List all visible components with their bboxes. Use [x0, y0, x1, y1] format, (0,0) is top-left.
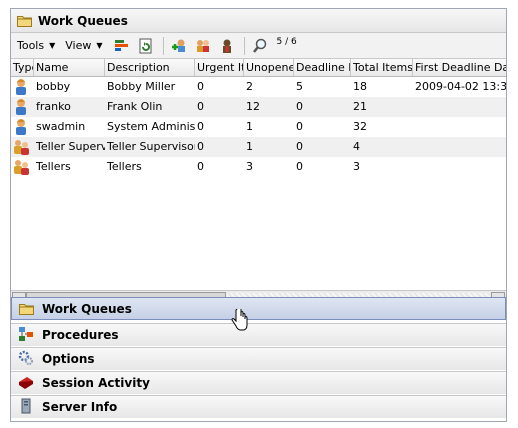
row-name: Teller Supervisors — [36, 140, 105, 153]
group-icon — [11, 137, 34, 157]
column-header-type[interactable]: Type — [11, 59, 34, 76]
accordion-item-label: Server Info — [42, 400, 118, 414]
table-body: bobby Bobby Miller 0 2 5 18 2009-04-02 1… — [11, 77, 506, 177]
row-urgent: 0 — [197, 120, 204, 133]
refresh-icon[interactable] — [137, 37, 155, 55]
row-first-deadline — [413, 117, 506, 137]
row-name: Tellers — [36, 160, 71, 173]
accordion-item-procedures[interactable]: Procedures — [11, 323, 506, 346]
row-first-deadline — [413, 157, 506, 177]
hand-cursor-icon — [230, 305, 248, 333]
columns-icon[interactable] — [113, 37, 131, 55]
table-row[interactable]: Teller Supervisors Teller Supervisors 0 … — [11, 137, 506, 157]
row-deadline: 5 — [296, 80, 303, 93]
procedures-icon — [18, 326, 34, 345]
table-row[interactable]: franko Frank Olin 0 12 0 21 — [11, 97, 506, 117]
table-header: Type Name Description Urgent Items Unope… — [11, 59, 506, 77]
column-header-total[interactable]: Total Items — [351, 59, 413, 76]
panel-header: Work Queues — [11, 9, 506, 33]
row-unopened: 1 — [246, 120, 253, 133]
server-info-icon — [18, 398, 34, 417]
row-total: 32 — [353, 120, 367, 133]
row-first-deadline — [413, 137, 506, 157]
user-lookup-icon[interactable] — [218, 37, 236, 55]
table-row[interactable]: bobby Bobby Miller 0 2 5 18 2009-04-02 1… — [11, 77, 506, 97]
user-icon — [11, 117, 34, 137]
row-first-deadline — [413, 97, 506, 117]
toolbar-divider — [243, 36, 245, 55]
table-row[interactable]: Tellers Tellers 0 3 0 3 — [11, 157, 506, 177]
tools-menu[interactable]: Tools ▼ — [17, 39, 55, 52]
row-unopened: 1 — [246, 140, 253, 153]
toolbar-divider — [162, 36, 164, 55]
column-header-first-deadline[interactable]: First Deadline Date — [413, 59, 506, 76]
column-header-description[interactable]: Description — [105, 59, 195, 76]
row-name: bobby — [36, 80, 71, 93]
view-menu-label: View — [65, 39, 92, 52]
chevron-down-icon: ▼ — [49, 41, 56, 50]
accordion-item-label: Work Queues — [42, 301, 132, 316]
row-urgent: 0 — [197, 160, 204, 173]
accordion-item-work-queues[interactable]: Work Queues — [11, 297, 506, 320]
row-urgent: 0 — [197, 80, 204, 93]
row-total: 4 — [353, 140, 360, 153]
row-total: 3 — [353, 160, 360, 173]
toolbar: Tools ▼ View ▼ 5 / 6 — [11, 33, 506, 59]
column-header-name[interactable]: Name — [34, 59, 105, 76]
work-queues-window: Work Queues Tools ▼ View ▼ 5 / 6 Typ Nam… — [10, 8, 507, 422]
session-activity-icon — [18, 374, 34, 393]
row-unopened: 12 — [246, 100, 260, 113]
row-description: Teller Supervisors — [107, 140, 195, 153]
row-description: Bobby Miller — [107, 80, 176, 93]
row-deadline: 0 — [296, 160, 303, 173]
row-description: Frank Olin — [107, 100, 163, 113]
row-deadline: 0 — [296, 100, 303, 113]
accordion-item-options[interactable]: Options — [11, 347, 506, 370]
accordion-item-label: Options — [42, 352, 95, 366]
users-icon[interactable] — [194, 37, 212, 55]
row-name: swadmin — [36, 120, 86, 133]
work-queues-table: Type Name Description Urgent Items Unope… — [11, 59, 506, 290]
panel-title: Work Queues — [38, 13, 128, 28]
row-description: Tellers — [107, 160, 142, 173]
row-total: 18 — [353, 80, 367, 93]
group-icon — [11, 157, 34, 177]
view-menu[interactable]: View ▼ — [65, 39, 102, 52]
row-unopened: 3 — [246, 160, 253, 173]
chevron-down-icon: ▼ — [96, 41, 103, 50]
row-deadline: 0 — [296, 140, 303, 153]
result-count: 5 / 6 — [276, 36, 297, 47]
tools-menu-label: Tools — [17, 39, 45, 52]
column-header-deadline[interactable]: Deadline Items — [294, 59, 351, 76]
row-first-deadline: 2009-04-02 13:34 — [415, 80, 506, 93]
accordion-item-server-info[interactable]: Server Info — [11, 395, 506, 418]
folder-icon — [19, 302, 34, 315]
table-row[interactable]: swadmin System Administrator 0 1 0 32 — [11, 117, 506, 137]
search-icon[interactable] — [251, 37, 269, 55]
user-icon — [11, 97, 34, 117]
row-urgent: 0 — [197, 100, 204, 113]
row-deadline: 0 — [296, 120, 303, 133]
accordion-item-session-activity[interactable]: Session Activity — [11, 371, 506, 394]
row-urgent: 0 — [197, 140, 204, 153]
column-header-urgent[interactable]: Urgent Items — [195, 59, 244, 76]
folder-icon — [17, 14, 32, 27]
row-description: System Administrator — [107, 120, 195, 133]
row-unopened: 2 — [246, 80, 253, 93]
column-header-unopened[interactable]: Unopened Items — [244, 59, 294, 76]
user-icon — [11, 77, 34, 97]
accordion-item-label: Procedures — [42, 328, 119, 342]
options-icon — [18, 350, 34, 369]
row-name: franko — [36, 100, 71, 113]
add-queue-icon[interactable] — [170, 37, 188, 55]
row-total: 21 — [353, 100, 367, 113]
accordion-item-label: Session Activity — [42, 376, 150, 390]
